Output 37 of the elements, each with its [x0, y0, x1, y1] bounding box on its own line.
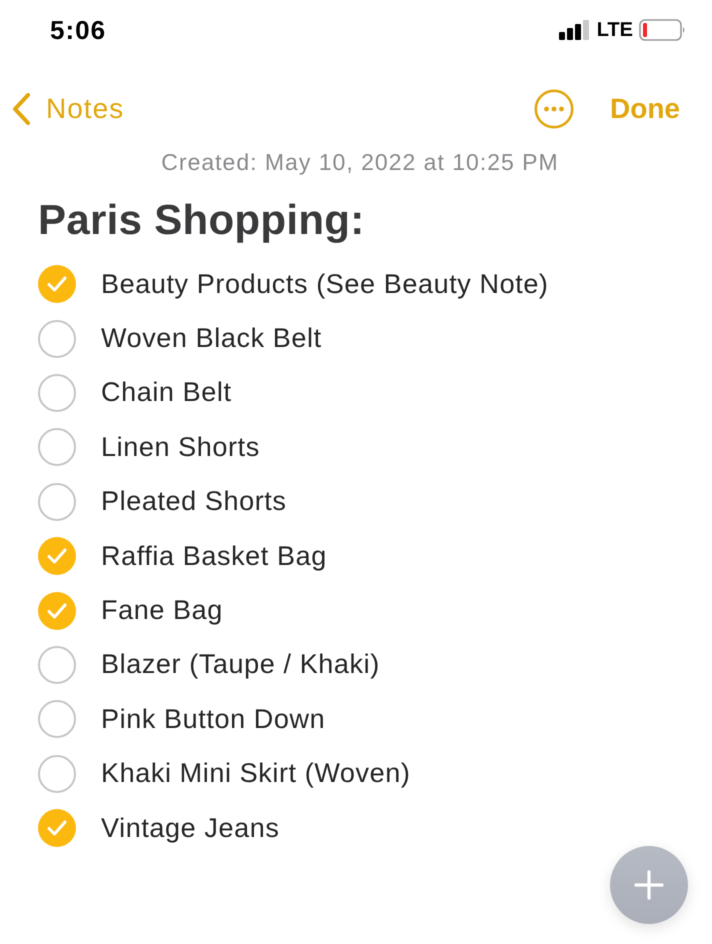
checkmark-icon — [47, 602, 67, 619]
checklist-item-text: Vintage Jeans — [101, 812, 280, 844]
checklist-item-text: Linen Shorts — [101, 432, 260, 463]
checklist-item-text: Pleated Shorts — [101, 486, 287, 518]
created-date: Created: May 10, 2022 at 10:25 PM — [160, 148, 560, 176]
checklist-item-text: Blazer (Taupe / Khaki) — [101, 649, 380, 680]
checklist-item-text: Chain Belt — [101, 377, 232, 408]
checklist-item-text: Pink Button Down — [101, 704, 326, 735]
checkbox[interactable] — [38, 320, 76, 358]
plus-icon — [634, 870, 664, 900]
checkbox[interactable] — [38, 646, 76, 684]
checkmark-icon — [47, 276, 67, 292]
checkbox[interactable] — [38, 265, 76, 304]
checkbox[interactable] — [38, 700, 76, 738]
checkbox[interactable] — [38, 592, 76, 630]
checklist-item-text: Fane Bag — [101, 595, 223, 626]
checkmark-icon — [47, 820, 67, 836]
checkbox[interactable] — [38, 428, 76, 466]
checkbox[interactable] — [38, 374, 76, 412]
checklist-item-text: Beauty Products (See Beauty Note) — [101, 268, 549, 300]
checklist-item-text: Khaki Mini Skirt (Woven) — [101, 758, 410, 790]
checklist-item-text: Woven Black Belt — [101, 323, 322, 354]
signal-icon — [558, 20, 591, 40]
checkbox[interactable] — [38, 482, 76, 521]
note-title: Paris Shopping: — [38, 197, 366, 243]
checklist-item-text: Raffia Basket Bag — [101, 540, 327, 572]
done-button[interactable]: Done — [610, 93, 680, 125]
network-label: LTE — [596, 18, 633, 42]
status-time: 5:06 — [50, 14, 106, 46]
checkbox[interactable] — [38, 754, 76, 793]
checkbox[interactable] — [38, 537, 76, 576]
checkbox[interactable] — [38, 809, 76, 848]
battery-icon — [639, 19, 686, 41]
more-icon[interactable] — [534, 89, 574, 129]
chevron-left-icon — [10, 92, 32, 126]
back-button[interactable]: Notes — [10, 92, 124, 126]
checkmark-icon — [47, 548, 67, 564]
